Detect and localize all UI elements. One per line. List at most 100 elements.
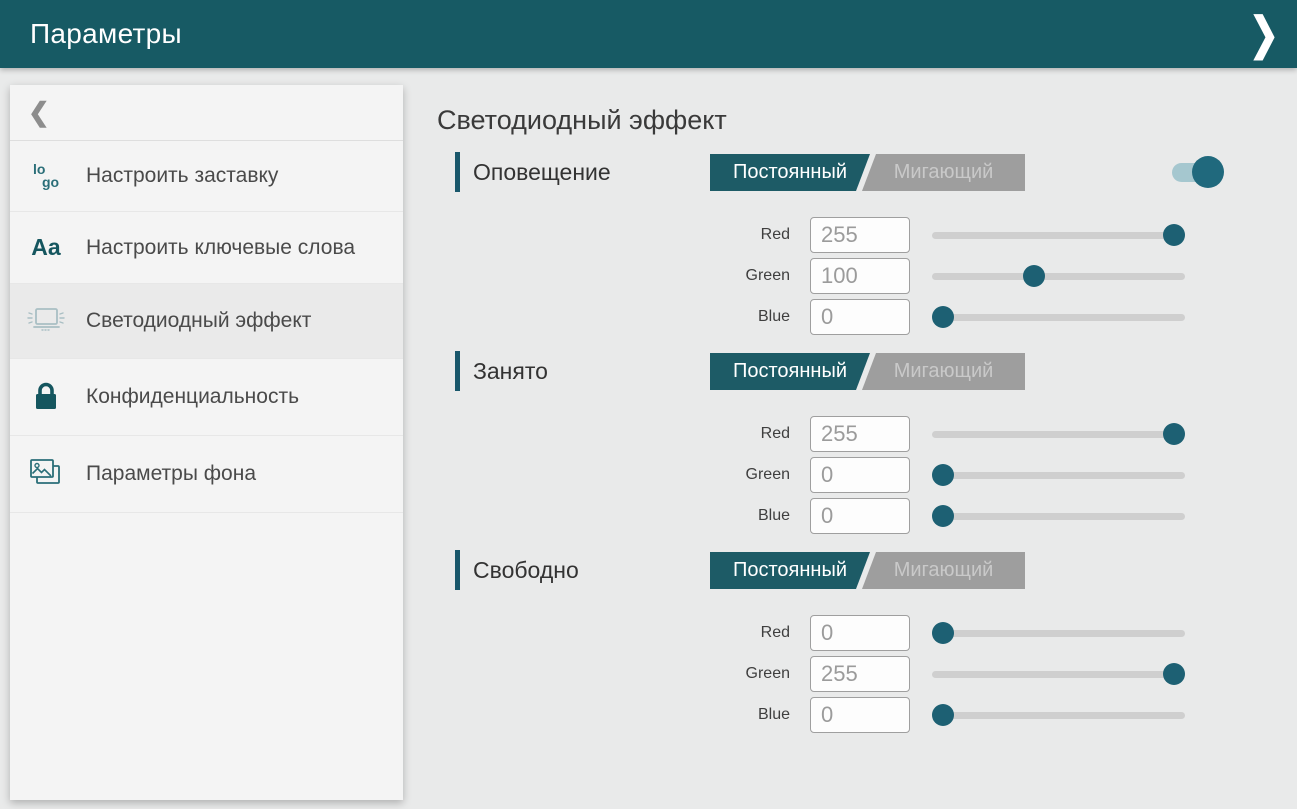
red-row: Red: [437, 413, 1297, 454]
mode-blinking-button[interactable]: Мигающий: [862, 353, 1025, 390]
section-accent-bar: [455, 351, 460, 391]
settings-app: Параметры ❯ ❮ lo go Настроить заставку A…: [0, 0, 1297, 809]
mode-solid-button[interactable]: Постоянный: [710, 353, 870, 390]
red-slider[interactable]: [932, 224, 1185, 246]
sidebar-item-label: Светодиодный эффект: [86, 308, 311, 334]
red-value-input[interactable]: [810, 416, 910, 452]
green-value-input[interactable]: [810, 258, 910, 294]
red-row: Red: [437, 214, 1297, 255]
slider-thumb[interactable]: [932, 464, 954, 486]
slider-thumb[interactable]: [932, 306, 954, 328]
switch-knob: [1192, 156, 1224, 188]
slider-thumb[interactable]: [932, 505, 954, 527]
blue-label: Blue: [437, 706, 790, 724]
green-label: Green: [437, 665, 790, 683]
blue-row: Blue: [437, 694, 1297, 735]
mode-toggle-group: Постоянный Мигающий: [710, 353, 1025, 390]
blue-row: Blue: [437, 495, 1297, 536]
slider-track: [932, 431, 1185, 438]
background-images-icon: [24, 458, 68, 490]
green-slider[interactable]: [932, 663, 1185, 685]
mode-solid-button[interactable]: Постоянный: [710, 154, 870, 191]
app-header: Параметры ❯: [0, 0, 1297, 68]
section-notification: Оповещение Постоянный Мигающий Red: [437, 152, 1297, 337]
red-label: Red: [437, 624, 790, 642]
blue-value-input[interactable]: [810, 697, 910, 733]
sidebar-item-label: Настроить ключевые слова: [86, 235, 355, 261]
section-accent-bar: [455, 152, 460, 192]
section-header: Свободно Постоянный Мигающий: [437, 550, 1297, 590]
section-header: Оповещение Постоянный Мигающий: [437, 152, 1297, 192]
mode-blinking-button[interactable]: Мигающий: [862, 552, 1025, 589]
blue-label: Blue: [437, 507, 790, 525]
slider-thumb[interactable]: [1163, 423, 1185, 445]
settings-sidebar: ❮ lo go Настроить заставку Aa Настроить …: [10, 85, 403, 800]
blue-value-input[interactable]: [810, 498, 910, 534]
green-row: Green: [437, 255, 1297, 296]
sidebar-item-label: Конфиденциальность: [86, 384, 299, 410]
section-name: Свободно: [473, 557, 579, 584]
green-value-input[interactable]: [810, 656, 910, 692]
sidebar-header: ❮: [10, 85, 403, 141]
green-label: Green: [437, 466, 790, 484]
slider-track: [932, 472, 1185, 479]
sidebar-item-keywords[interactable]: Aa Настроить ключевые слова: [10, 212, 403, 284]
expand-panel-icon[interactable]: ❯: [1249, 4, 1279, 64]
red-value-input[interactable]: [810, 615, 910, 651]
led-effect-panel: Светодиодный эффект Оповещение Постоянны…: [437, 68, 1297, 809]
sidebar-item-label: Параметры фона: [86, 461, 256, 487]
text-aa-icon: Aa: [24, 234, 68, 261]
mode-toggle-group: Постоянный Мигающий: [710, 154, 1025, 191]
logo-icon: lo go: [24, 163, 68, 189]
blue-slider[interactable]: [932, 704, 1185, 726]
green-row: Green: [437, 653, 1297, 694]
red-label: Red: [437, 226, 790, 244]
sidebar-item-background[interactable]: Параметры фона: [10, 436, 403, 513]
section-accent-bar: [455, 550, 460, 590]
mode-toggle-group: Постоянный Мигающий: [710, 552, 1025, 589]
notification-enabled-switch[interactable]: [1172, 156, 1228, 188]
slider-thumb[interactable]: [1163, 224, 1185, 246]
blue-label: Blue: [437, 308, 790, 326]
slider-track: [932, 513, 1185, 520]
sidebar-item-led-effect[interactable]: Светодиодный эффект: [10, 284, 403, 359]
green-label: Green: [437, 267, 790, 285]
mode-blinking-button[interactable]: Мигающий: [862, 154, 1025, 191]
slider-track: [932, 671, 1185, 678]
slider-thumb[interactable]: [932, 622, 954, 644]
slider-track: [932, 314, 1185, 321]
green-row: Green: [437, 454, 1297, 495]
section-name: Оповещение: [473, 159, 611, 186]
section-free: Свободно Постоянный Мигающий Red Green: [437, 550, 1297, 735]
sidebar-item-screensaver[interactable]: lo go Настроить заставку: [10, 141, 403, 212]
back-icon[interactable]: ❮: [28, 97, 50, 128]
slider-thumb[interactable]: [932, 704, 954, 726]
slider-thumb[interactable]: [1023, 265, 1045, 287]
section-name: Занято: [473, 358, 548, 385]
sidebar-item-privacy[interactable]: Конфиденциальность: [10, 359, 403, 436]
app-title: Параметры: [30, 18, 182, 50]
blue-slider[interactable]: [932, 306, 1185, 328]
red-label: Red: [437, 425, 790, 443]
led-monitor-icon: [24, 306, 68, 336]
red-value-input[interactable]: [810, 217, 910, 253]
green-value-input[interactable]: [810, 457, 910, 493]
blue-row: Blue: [437, 296, 1297, 337]
blue-value-input[interactable]: [810, 299, 910, 335]
red-row: Red: [437, 612, 1297, 653]
green-slider[interactable]: [932, 464, 1185, 486]
red-slider[interactable]: [932, 423, 1185, 445]
slider-thumb[interactable]: [1163, 663, 1185, 685]
page-title: Светодиодный эффект: [437, 102, 1297, 138]
slider-track: [932, 232, 1185, 239]
lock-icon: [24, 381, 68, 413]
green-slider[interactable]: [932, 265, 1185, 287]
slider-track: [932, 273, 1185, 280]
mode-solid-button[interactable]: Постоянный: [710, 552, 870, 589]
sidebar-item-label: Настроить заставку: [86, 163, 278, 189]
red-slider[interactable]: [932, 622, 1185, 644]
slider-track: [932, 630, 1185, 637]
section-busy: Занято Постоянный Мигающий Red Green: [437, 351, 1297, 536]
section-header: Занято Постоянный Мигающий: [437, 351, 1297, 391]
blue-slider[interactable]: [932, 505, 1185, 527]
